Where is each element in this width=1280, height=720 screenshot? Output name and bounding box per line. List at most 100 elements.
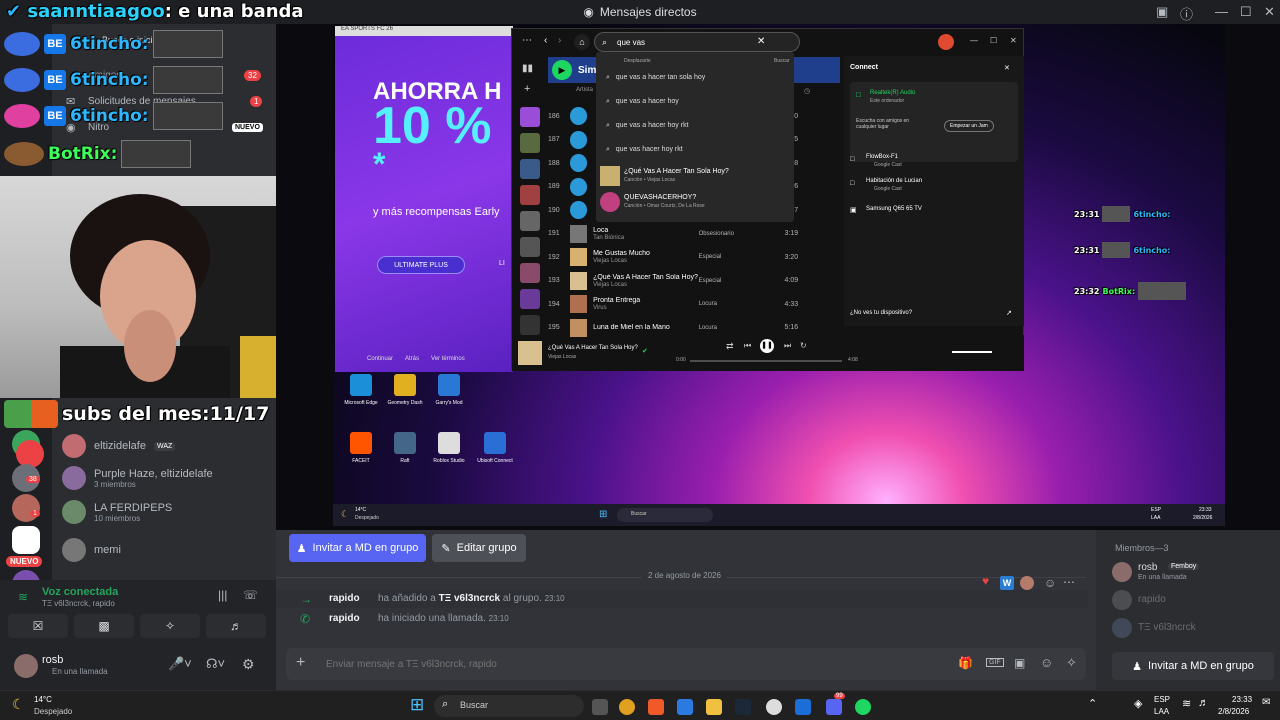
inbox-icon[interactable]: ▣ [1156,4,1168,20]
noise-suppression-icon[interactable]: ||| [218,588,227,602]
search-icon: ⌕ [602,37,608,47]
help-icon[interactable]: ⓘ [1180,4,1193,23]
avatar[interactable] [14,654,38,678]
ccleaner-icon[interactable] [795,699,811,715]
notification-icon[interactable]: ✉ [1262,697,1270,708]
message-target[interactable]: TΞ v6l3ncrck [439,593,500,604]
track-thumb [569,318,588,337]
sticker-icon[interactable]: ▣ [1014,656,1025,670]
result-title: QUEVASHACERHOY? [624,194,697,201]
emoji-icon[interactable]: ☺ [1044,576,1056,590]
tray-chevron-icon[interactable]: ⌃ [1088,697,1097,710]
message-user[interactable]: rapido [329,593,360,604]
maximize-button[interactable]: ☐ [1240,4,1252,20]
brave-icon[interactable] [648,699,664,715]
ea-sports-window: EA SPORTS FC 26 AHORRA H 10 % * y más re… [335,26,513,372]
invite-dm-group-button[interactable]: ♟ Invitar a MD en grupo [1112,652,1274,680]
obs-icon[interactable] [766,699,782,715]
minimize-button[interactable]: — [1215,4,1228,19]
device-name: FlowBox-F1 [866,154,899,160]
clock-time[interactable]: 23:33 [1232,695,1252,704]
current-device-sub: Este ordenador [870,98,905,104]
track-thumb [569,107,588,125]
sticker-reaction-icon[interactable] [1020,576,1034,590]
result-sub: Canción • Viejas Locas [624,177,676,183]
message-action: ha iniciado una llamada. [378,613,486,624]
gif-icon[interactable]: GIF [986,658,1004,667]
tray-lang2[interactable]: LAA [1154,707,1169,716]
ea-footer-item: Atrás [405,356,420,362]
now-playing-title: ¿Qué Vas A Hacer Tan Sola Hoy? [548,345,638,351]
close-button[interactable]: ✕ [1264,4,1275,20]
edit-group-button[interactable]: ✎ Editar grupo [432,534,526,562]
folder-icon[interactable] [706,699,722,715]
word-reaction-icon[interactable]: W [1000,576,1014,590]
camera-off-button[interactable]: ☒ [8,614,68,638]
track-thumb [569,177,588,196]
store-icon[interactable] [677,699,693,715]
member-item[interactable]: rosb Femboy En una llamada [1112,560,1272,584]
message-input[interactable] [326,654,846,674]
message-row: ✆ rapido ha iniciado una llamada. 23:10 [276,610,1088,628]
weather-icon[interactable]: ☾ [12,696,25,713]
member-item[interactable]: rapido [1112,590,1272,610]
headphones-icon[interactable]: ☊˅ [206,656,225,672]
track-album: Especial [698,254,722,260]
wifi-icon[interactable]: ≋ [1182,697,1191,710]
weather-temp[interactable]: 14°C [34,695,52,704]
overlay-screenshot [152,102,223,130]
gift-icon[interactable]: 🎁 [958,656,973,670]
add-user-icon: ♟ [296,542,307,555]
voice-channel[interactable]: TΞ v6l3ncrck, rapido [42,599,115,608]
progress-bar [690,360,842,362]
chat-time: 23:31 [1074,245,1100,255]
invite-dm-group-button[interactable]: ♟ Invitar a MD en grupo [289,534,426,562]
server-icon[interactable] [12,494,40,522]
dm-item[interactable]: eltizidelafe WAZ [62,434,272,458]
start-icon[interactable]: ⊞ [410,695,424,715]
message-action: ha añadido a [378,593,436,604]
screen-share-button[interactable]: ▩ [74,614,134,638]
emoji-picker-icon[interactable]: ☺ [1040,655,1053,670]
track-number: 192 [548,253,560,261]
heart-reaction-icon[interactable]: ♥ [982,574,989,588]
disconnect-icon[interactable]: ☏ [243,588,258,602]
discord-icon[interactable] [826,699,842,715]
server-icon[interactable] [12,526,40,554]
network-icon[interactable]: ◈ [1134,697,1142,710]
frog-icon [4,400,58,428]
settings-icon[interactable]: ⚙ [242,656,255,673]
ea-ultimate-button[interactable]: ULTIMATE PLUS [377,256,465,274]
overlay-chat-row: 23:32 BotRix: [1074,282,1187,300]
track-info: Luna de Miel en la Mano [593,324,699,331]
steam-icon[interactable] [735,699,751,715]
more-icon[interactable]: ⋯ [1063,575,1075,589]
back-icon: ‹ [544,35,548,46]
attach-icon[interactable]: + [296,654,305,672]
track-row: 191 Loca Tan Biónica Obsesionario 3:19 [548,223,808,245]
message-row: → rapido ha añadido a TΞ v6l3ncrck al gr… [276,590,1088,608]
taskbar-search[interactable]: ⌕ Buscar [434,695,584,717]
tray-lang1[interactable]: ESP [1154,695,1170,704]
dm-item[interactable]: LA FERDIPEPS 10 miembros [62,500,272,524]
track-thumb [569,295,588,313]
apps-icon[interactable]: ✧ [1066,655,1077,671]
dm-item[interactable]: memi [62,538,272,562]
spotify-icon[interactable] [855,699,871,715]
chrome-icon[interactable] [619,699,635,715]
soundboard-button[interactable]: ♬ [206,614,266,638]
task-view-icon[interactable] [592,699,608,715]
member-item[interactable]: TΞ v6l3ncrck [1112,618,1272,638]
message-user[interactable]: rapido [329,613,360,624]
message-composer: + 🎁 GIF ▣ ☺ ✧ [286,648,1086,680]
dm-item[interactable]: Purple Haze, eltizidelafe 3 miembros [62,466,272,490]
activities-button[interactable]: ✧ [140,614,200,638]
weather-cond[interactable]: Despejado [34,707,72,716]
volume-icon[interactable]: ♬ [1198,697,1209,709]
overlay-screenshot [1102,242,1131,258]
library-thumb [520,315,540,335]
mic-icon[interactable]: 🎤˅ [168,656,192,672]
voice-status[interactable]: Voz conectada [42,586,118,598]
suggestion-text: que vas hacer hoy rkt [615,146,683,153]
clock-date[interactable]: 2/8/2026 [1218,707,1249,716]
